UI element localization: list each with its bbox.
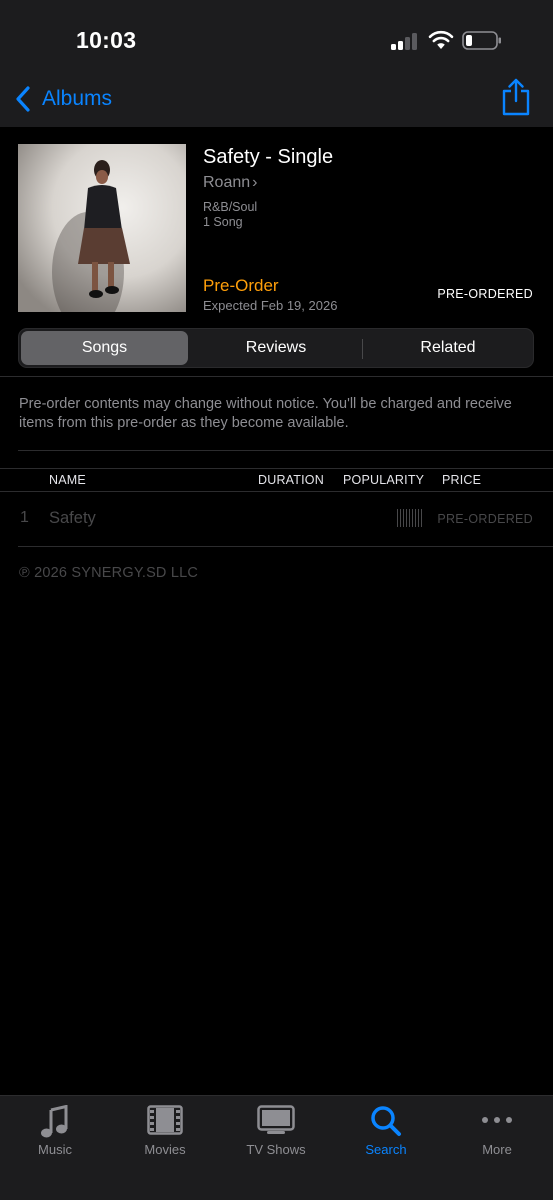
tab-songs[interactable]: Songs [21, 331, 188, 365]
search-icon [371, 1106, 401, 1136]
divider [0, 491, 553, 492]
expected-date: Expected Feb 19, 2026 [203, 298, 338, 313]
tab-label: TV Shows [246, 1142, 306, 1157]
album-artwork[interactable] [18, 144, 186, 312]
tab-music[interactable]: Music [0, 1096, 110, 1176]
divider [18, 450, 553, 451]
back-button-label: Albums [42, 87, 113, 110]
preordered-status: PRE-ORDERED [437, 287, 533, 301]
tab-search[interactable]: Search [331, 1096, 441, 1176]
share-icon[interactable] [501, 78, 531, 116]
album-genre: R&B/Soul [203, 200, 258, 214]
preorder-notice: Pre-order contents may change without no… [19, 396, 512, 431]
segmented-control: Songs Reviews Related [18, 328, 534, 368]
column-header-popularity: POPULARITY [343, 473, 425, 487]
tab-label: Search [365, 1142, 407, 1157]
back-button[interactable]: Albums [14, 84, 112, 114]
artist-name: Roann [203, 174, 251, 191]
tab-label: Movies [144, 1142, 186, 1157]
divider [0, 376, 553, 377]
column-header-duration: DURATION [258, 473, 324, 487]
tab-more[interactable]: More [442, 1096, 552, 1176]
album-song-count: 1 Song [203, 215, 243, 229]
music-note-icon [41, 1105, 68, 1138]
album-title: Safety - Single [203, 146, 334, 168]
tab-bar: Music Movies TV Shows Search More [0, 1095, 553, 1200]
cellular-signal-icon [391, 32, 421, 50]
film-icon [147, 1105, 183, 1135]
tab-movies[interactable]: Movies [110, 1096, 220, 1176]
popularity-bars [397, 509, 424, 527]
track-number: 1 [20, 509, 29, 526]
chevron-left-icon [16, 86, 30, 112]
tab-related[interactable]: Related [363, 331, 533, 365]
preorder-label: Pre-Order [203, 276, 279, 295]
track-price-status: PRE-ORDERED [437, 512, 533, 526]
track-name: Safety [49, 509, 96, 527]
chevron-right-icon: › [252, 174, 258, 191]
tab-reviews[interactable]: Reviews [191, 331, 361, 365]
navigation-bar: Albums [0, 70, 553, 127]
more-icon [482, 1117, 512, 1123]
copyright: ℗ 2026 SYNERGY.SD LLC [19, 565, 199, 581]
tab-label: More [482, 1142, 512, 1157]
column-header-name: NAME [49, 473, 86, 487]
status-bar: 10:03 [0, 0, 553, 70]
divider [0, 468, 553, 469]
column-header-price: PRICE [442, 473, 482, 487]
tv-icon [257, 1105, 295, 1134]
album-cover-image [18, 144, 186, 312]
status-time: 10:03 [76, 27, 137, 53]
divider [18, 546, 553, 547]
wifi-icon [428, 30, 454, 49]
tab-tv-shows[interactable]: TV Shows [221, 1096, 331, 1176]
artist-link[interactable]: Roann › [203, 174, 257, 192]
tab-label: Music [38, 1142, 72, 1157]
battery-icon [462, 31, 501, 50]
